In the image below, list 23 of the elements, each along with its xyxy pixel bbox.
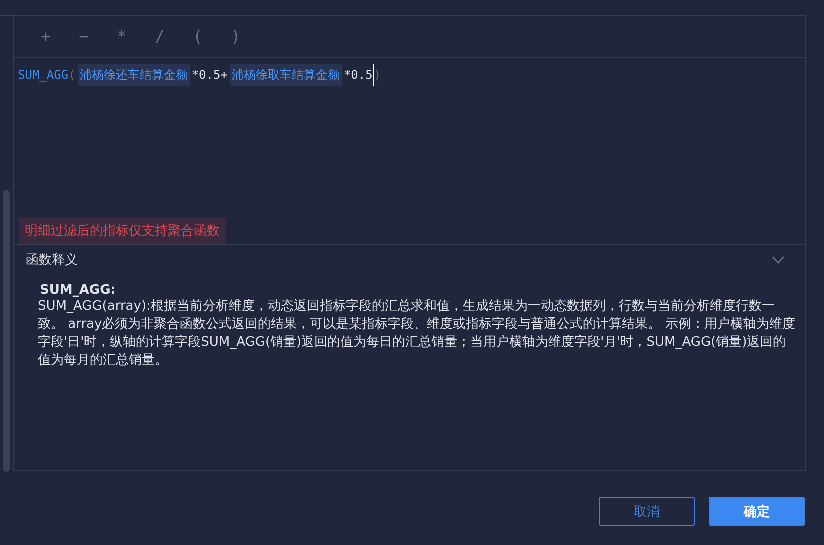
operator-button[interactable]: / [150,27,170,46]
formula-text: *0.5 [344,67,373,84]
function-name: SUM_AGG: [40,283,117,298]
field-token: 浦杨徐还车结算金额 [78,64,190,86]
chevron-icon[interactable] [772,256,785,264]
operator-button[interactable]: − [74,27,94,46]
field-token: 浦杨徐取车结算金额 [230,64,342,86]
formula-input[interactable]: SUM_AGG( 浦杨徐还车结算金额 *0.5+ 浦杨徐取车结算金额 *0.5) [14,58,805,218]
operator-button[interactable]: * [112,27,132,46]
function-description: SUM_AGG(array):根据当前分析维度，动态返回指标字段的汇总求和值，生成结果为一动态数据列，行数与当前分析维度行数一致。 array必须为非聚合函数公式返回的结果，可以是某指标字段、维度或指标字段与普通公式的计算结果。 示例：用户横轴为维度字段'日'时，纵轴的计算字段SUM_AGG(销量)返回的值为每日的汇总销量；当用户横轴为维度字段'月'时，SUM_AGG(销量)返回的值为每月的汇总销量。 [38,298,796,370]
operator-button[interactable]: + [36,27,56,46]
parenthesis: ) [374,67,382,84]
operator-button[interactable]: ) [226,27,246,46]
section-title: 函数释义 [26,252,78,269]
text-cursor [372,64,374,86]
scrollbar[interactable] [3,190,10,472]
function-token: SUM_AGG [18,67,69,84]
parenthesis: ( [68,67,76,84]
formula-text: *0.5+ [192,67,228,84]
error-message: 明细过滤后的指标仅支持聚合函数 [19,218,226,244]
cancel-button[interactable]: 取消 [599,497,695,526]
operator-button[interactable]: ( [188,27,208,46]
confirm-button[interactable]: 确定 [709,497,805,526]
